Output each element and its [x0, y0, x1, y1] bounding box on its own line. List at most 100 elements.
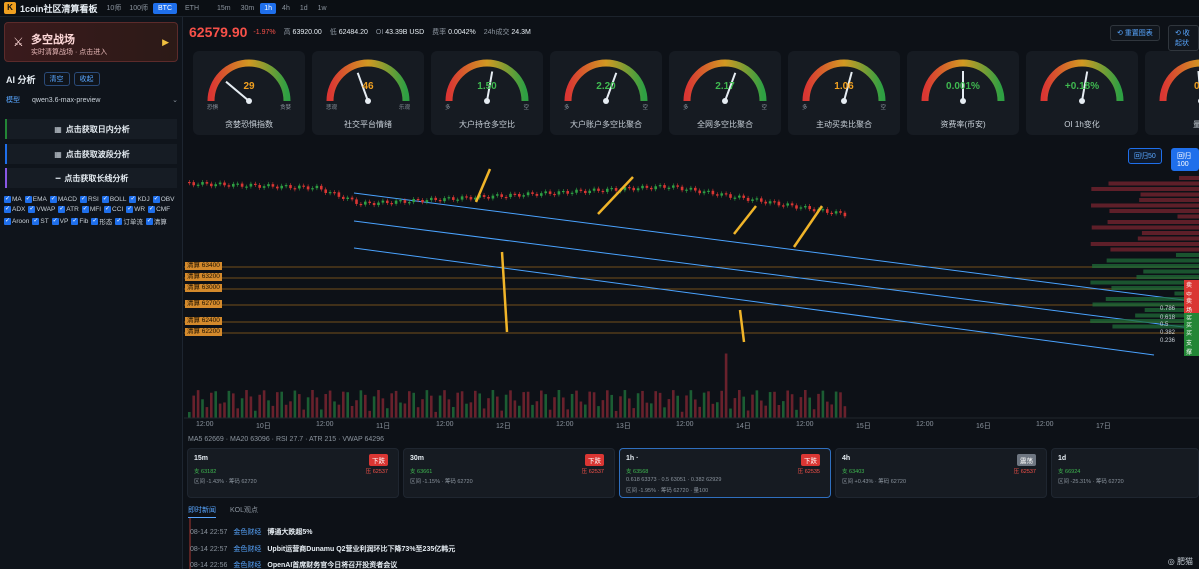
trend-badge: 下跌: [801, 454, 820, 466]
intraday-analysis-label: 点击获取日内分析: [65, 124, 130, 134]
indicator-toggle[interactable]: ✓ MA: [4, 196, 22, 203]
range-button[interactable]: 回归100: [1171, 148, 1199, 171]
candle-body: [702, 191, 706, 194]
candle-body: [315, 185, 319, 189]
range-button[interactable]: 回归50: [1128, 148, 1162, 164]
x-axis-tick: 12:00: [796, 421, 814, 428]
clear-button[interactable]: 清空: [43, 72, 70, 86]
news-item[interactable]: 08-14 22:56 金色财经 OpenAI首席财务官今日将召开投资者会议: [190, 560, 397, 569]
tf-1h-button[interactable]: 1h: [260, 2, 277, 14]
candle-body: [680, 186, 684, 191]
candle-body: [324, 189, 327, 193]
indicator-toggle[interactable]: ✓ BOLL: [101, 196, 126, 203]
indicator-toggle[interactable]: ✓ 订单流: [115, 216, 143, 226]
volume-bar: [196, 390, 200, 418]
indicator-toggle[interactable]: ✓ OBV: [152, 196, 174, 203]
indicator-toggle[interactable]: ✓ WR: [126, 206, 145, 213]
timeframe-card[interactable]: 1h · 下跌支 63568 压 62535 0.618 63373 · 0.5 63…: [619, 448, 831, 498]
candle-body: [350, 197, 354, 200]
x-axis-tick: 12:00: [1036, 421, 1054, 428]
candle-body: [509, 193, 512, 198]
tab-news[interactable]: 即时新闻: [188, 505, 216, 518]
indicator-toggle[interactable]: ✓ ADX: [4, 206, 25, 213]
volume-profile-bar: [1092, 264, 1199, 268]
timeframe-card[interactable]: 4h 震荡支 63403 压 62537 区间 +0.43% · 筹码 62720: [835, 448, 1047, 498]
intraday-analysis-button[interactable]: ▦ 点击获取日内分析: [5, 119, 177, 139]
collapse-button[interactable]: 收起: [73, 72, 100, 86]
indicator-toggle[interactable]: ✓ RSI: [79, 196, 99, 203]
indicator-toggle[interactable]: ✓ ATR: [58, 206, 79, 213]
volume-bar: [707, 391, 710, 418]
battle-card[interactable]: ⚔ 多空战场 实时清算战场 · 点击进入 ▶: [4, 22, 178, 62]
tf-1w-button[interactable]: 1w: [314, 3, 331, 14]
volume-bar: [350, 405, 354, 418]
timeframe-card[interactable]: 30m 下跌支 63661 压 62537 区间 -1.15% · 筹码 62720: [403, 448, 615, 498]
opt-b-button[interactable]: 100师: [126, 2, 151, 14]
indicator-toggle[interactable]: ✓ KDJ: [129, 196, 150, 203]
volume-bar: [760, 400, 763, 418]
opt-a-button[interactable]: 10师: [104, 2, 125, 14]
checkbox-icon: ✓: [104, 206, 112, 213]
trend-badge: 震荡: [1017, 454, 1036, 466]
indicator-toggle[interactable]: ✓ EMA: [24, 196, 47, 203]
indicator-toggle[interactable]: ✓ 形态: [91, 216, 112, 226]
indicator-toggle[interactable]: ✓ MACD: [49, 196, 77, 203]
order-wall-tag: 卖场: [1184, 296, 1199, 314]
candle-body: [188, 182, 191, 184]
coin-eth-button[interactable]: ETH: [180, 3, 204, 14]
volume-bar: [408, 391, 411, 418]
timeframe-card[interactable]: 15m 下跌支 63182 压 62537 区间 -1.43% · 筹码 62720: [187, 448, 399, 498]
indicator-toggle[interactable]: ✓ CMF: [148, 206, 170, 213]
candle-body: [328, 192, 332, 194]
indicator-toggle[interactable]: ✓ CCI: [104, 206, 123, 213]
news-item[interactable]: 08-14 22:57 金色财经 Upbit运营商Dunamu Q2营业利润环比…: [190, 544, 455, 554]
volume-bar: [333, 401, 336, 418]
volume-bar: [315, 397, 319, 418]
volume-profile-bar: [1137, 236, 1199, 241]
volume-bar: [738, 390, 741, 418]
timeframe-card[interactable]: 1d 支 66924 区间 -25.31% · 筹码 62720: [1051, 448, 1199, 498]
indicator-toggle[interactable]: ✓ Aroon: [4, 216, 29, 226]
indicator-toggle[interactable]: ✓ VWAP: [28, 206, 55, 213]
volume-bar: [390, 393, 393, 418]
gauge-label: 大户持仓多空比: [459, 120, 515, 129]
tf-1d-button[interactable]: 1d: [296, 3, 312, 14]
longterm-analysis-label: 点击获取长线分析: [64, 173, 129, 183]
candle-body: [575, 189, 578, 193]
app-title: 1coin社区清算看板: [20, 3, 98, 14]
indicator-toggle[interactable]: ✓ 清算: [145, 216, 167, 226]
swing-analysis-button[interactable]: ▦ 点击获取波段分析: [5, 144, 177, 164]
longterm-analysis-button[interactable]: ━ 点击获取长线分析: [5, 168, 177, 188]
volume-bar: [720, 390, 723, 418]
volume-profile-bar: [1177, 214, 1199, 219]
indicator-toggle[interactable]: ✓ VP: [51, 216, 68, 226]
news-item[interactable]: 08-14 22:57 金色财经 博通大跌超5%: [190, 527, 313, 537]
candle-body: [262, 186, 266, 188]
coin-btc-button[interactable]: BTC: [153, 2, 177, 14]
tf-4h-button[interactable]: 4h: [278, 3, 294, 14]
candle-body: [795, 205, 798, 209]
indicator-toggle[interactable]: ✓ Fib: [71, 216, 88, 226]
tf-30m-button[interactable]: 30m: [237, 3, 259, 14]
indicator-toggle[interactable]: ✓ ST: [32, 216, 49, 226]
volume-bar: [799, 397, 803, 418]
checkbox-icon: ✓: [4, 206, 11, 213]
battle-subtitle: 实时清算战场 · 点击进入: [31, 49, 108, 56]
gauge-card: 1.06 多 空主动买卖比聚合: [788, 51, 900, 135]
gauge-value: +0.18%: [1064, 81, 1100, 92]
indicator-toggle[interactable]: ✓ MFI: [81, 206, 101, 213]
candle-body: [434, 197, 437, 201]
support-value: 支 66924: [1058, 469, 1081, 475]
indicator-label: ADX: [12, 206, 26, 213]
volume-bar: [210, 392, 213, 418]
model-select[interactable]: 模型 qwen3.6-max-preview ⌄: [6, 95, 178, 105]
tf-15m-button[interactable]: 15m: [213, 3, 235, 14]
gauge-card: 2.17 多 空全网多空比聚合: [669, 51, 781, 135]
reset-chart-button[interactable]: ⟲ 重置图表: [1110, 25, 1160, 41]
volume-bar: [548, 409, 552, 418]
candle-body: [733, 197, 737, 199]
collapse-panel-button[interactable]: ⟲ 收起状: [1168, 25, 1199, 51]
price-chart[interactable]: [184, 142, 1199, 432]
candle-body: [500, 194, 503, 197]
tab-kol[interactable]: KOL观点: [230, 505, 258, 518]
